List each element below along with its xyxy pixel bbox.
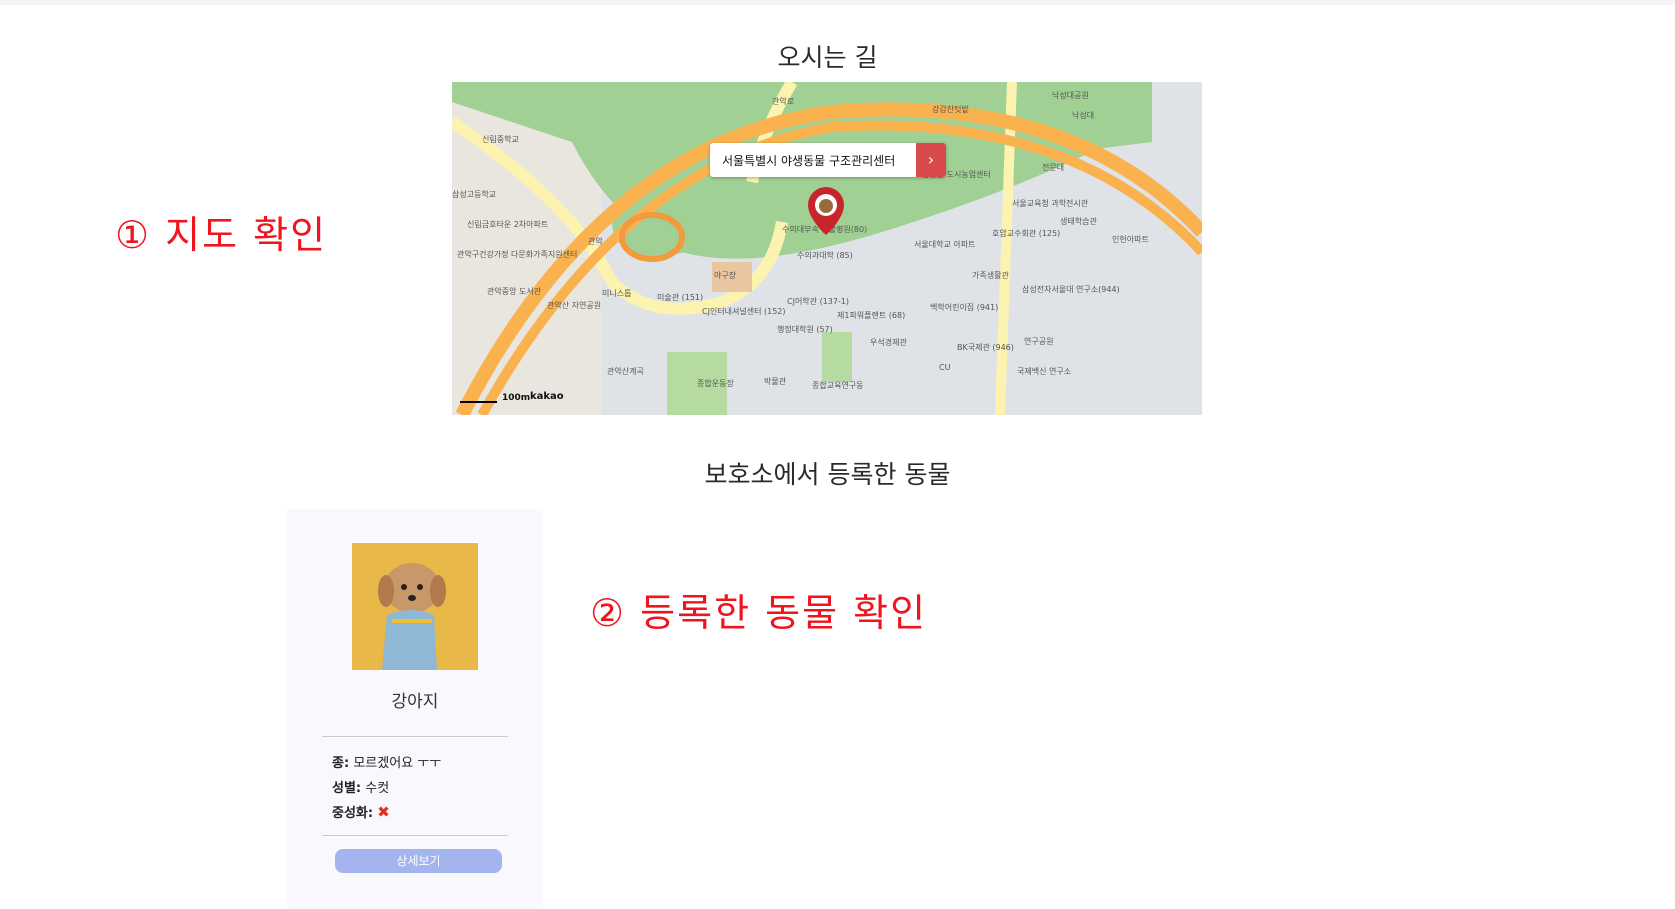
detail-button[interactable]: 상세보기 [335, 849, 502, 873]
sex-label: 성별: [332, 781, 362, 796]
map-label: 제1파워플랜트 (68) [837, 310, 905, 320]
map-tiles[interactable]: 관악로 강감찬텃밭 낙성대공원 낙성대 신림중학교 삼성고등학교 신림금호타운 … [452, 82, 1202, 415]
neutered-row: 중성화: ✖ [332, 802, 390, 821]
divider [322, 835, 508, 836]
animals-title: 보호소에서 등록한 동물 [704, 460, 951, 489]
map-label: 낙성대공원 [1052, 90, 1089, 100]
species-value: 모르겠어요 ㅜㅜ [353, 756, 442, 771]
kakao-logo: kakao [530, 391, 564, 402]
map-label: 생태학습관 [1060, 216, 1097, 226]
map-label: 연구공원 [1024, 337, 1053, 346]
map-label: 종합교육연구동 [812, 381, 864, 390]
map-label: 서울대학교 아파트 [914, 239, 975, 249]
map-label: CJ인터내셔널센터 (152) [702, 306, 786, 316]
map-label: 관악중앙 도서관 [487, 286, 542, 296]
map-label: 관악구건강가정 다문화가족지원센터 [457, 249, 577, 259]
map-label: 신림금호타운 2차아파트 [467, 219, 548, 229]
map-label: 서울교육청 과학전시관 [1012, 198, 1089, 208]
map-label: 신림중학교 [482, 134, 519, 144]
map-label: CU [939, 363, 951, 372]
map-label: 미술관 (151) [657, 292, 703, 302]
top-bar [0, 0, 1675, 5]
map-label: 낙성대 [1072, 110, 1094, 120]
animal-name: 강아지 [391, 692, 439, 712]
neutered-label: 중성화: [332, 806, 374, 821]
animal-card: 강아지 종: 모르겠어요 ㅜㅜ 성별: 수컷 중성화: ✖ 상세보기 [287, 509, 543, 909]
map-label: 미니스톱 [602, 288, 631, 298]
map-label: 백학어린이집 (941) [930, 302, 998, 312]
annotation-map-check: ① 지도 확인 [115, 213, 328, 257]
map-popup[interactable]: 서울특별시 야생동물 구조관리센터 › [710, 143, 946, 177]
map-label: 삼성전자서울대 연구소(944) [1022, 284, 1120, 294]
red-x-icon: ✖ [377, 803, 390, 821]
map-label: 관악산 자연공원 [547, 300, 601, 310]
divider [322, 736, 508, 737]
animal-photo [352, 543, 478, 670]
map-label: 행정대학원 (57) [777, 324, 833, 334]
map-label: CJ어학관 (137-1) [787, 296, 849, 306]
sex-value: 수컷 [365, 781, 390, 796]
map-label: 관악로 [772, 96, 794, 106]
map-label: BK국제관 (946) [957, 342, 1014, 352]
map-label: 호암교수회관 (125) [992, 228, 1060, 238]
map-label: 삼성고등학교 [452, 189, 496, 199]
map-label: 우석경제관 [870, 337, 907, 347]
sex-row: 성별: 수컷 [332, 777, 389, 796]
annotation-animal-check: ② 등록한 동물 확인 [590, 591, 928, 635]
map-label: 가족생활관 [972, 270, 1009, 280]
species-label: 종: [332, 756, 350, 771]
map-label: 관악 [588, 236, 603, 246]
map-label: 관악산계곡 [607, 366, 644, 376]
map-label: 수의과대학 (85) [797, 250, 853, 260]
location-title: 오시는 길 [777, 43, 878, 72]
map-label: 박물관 [764, 376, 787, 386]
map-label: 인헌아파트 [1112, 234, 1149, 244]
popup-label: 서울특별시 야생동물 구조관리센터 [722, 153, 896, 168]
map-scale: 100m [502, 393, 531, 403]
kakao-map[interactable]: 관악로 강감찬텃밭 낙성대공원 낙성대 신림중학교 삼성고등학교 신림금호타운 … [452, 82, 1202, 415]
map-label: 전문대 [1042, 162, 1064, 172]
species-row: 종: 모르겠어요 ㅜㅜ [332, 752, 441, 771]
map-label: 야구장 [714, 270, 737, 280]
chevron-right-icon[interactable]: › [916, 143, 946, 177]
map-label: 종합운동장 [697, 378, 734, 388]
map-label: 국제백신 연구소 [1017, 366, 1071, 376]
map-label: 강감찬텃밭 [932, 104, 969, 114]
